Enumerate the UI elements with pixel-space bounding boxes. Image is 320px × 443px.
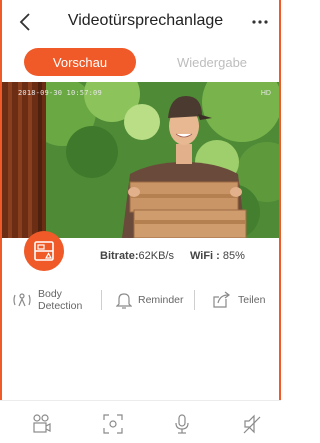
divider bbox=[101, 290, 102, 310]
header: Videotürsprechanlage bbox=[0, 0, 281, 44]
share-button[interactable]: Teilen bbox=[212, 282, 265, 318]
view-tabs: Vorschau Wiedergabe bbox=[0, 44, 281, 80]
doorbell-panel-button[interactable] bbox=[24, 231, 64, 271]
wifi-label: WiFi : bbox=[190, 250, 220, 262]
tab-wiedergabe[interactable]: Wiedergabe bbox=[156, 48, 268, 76]
feature-row: Body Detection Reminder Teilen bbox=[0, 282, 281, 318]
body-detection-label-line1: Body bbox=[38, 288, 62, 300]
osd-timestamp: 2018-09-30 10:57:09 bbox=[18, 89, 102, 97]
capture-button[interactable] bbox=[101, 412, 125, 436]
microphone-button[interactable] bbox=[170, 412, 194, 436]
bitrate-label: Bitrate: bbox=[100, 250, 139, 262]
live-video-preview[interactable]: 2018-09-30 10:57:09 HD bbox=[2, 82, 279, 238]
reminder-button[interactable]: Reminder bbox=[116, 282, 184, 318]
motion-detection-icon bbox=[13, 293, 31, 307]
bitrate-stat: Bitrate:62KB/s bbox=[100, 250, 174, 262]
bitrate-value: 62KB/s bbox=[138, 250, 174, 262]
share-label: Teilen bbox=[238, 294, 266, 306]
more-button[interactable] bbox=[247, 10, 273, 34]
body-detection-label: Body Detection bbox=[38, 288, 82, 312]
osd-watermark: HD bbox=[260, 90, 271, 97]
back-button[interactable] bbox=[14, 10, 36, 34]
share-icon bbox=[213, 291, 230, 308]
body-detection-button[interactable]: Body Detection bbox=[12, 282, 82, 318]
chevron-left-icon bbox=[19, 13, 30, 31]
capture-icon bbox=[103, 414, 123, 434]
wifi-stat: WiFi : 85% bbox=[190, 250, 245, 262]
wifi-value: 85% bbox=[222, 250, 245, 262]
more-horizontal-icon bbox=[252, 20, 268, 24]
bell-icon bbox=[116, 293, 132, 309]
speaker-mute-icon bbox=[243, 414, 261, 434]
reminder-label: Reminder bbox=[138, 294, 184, 306]
bottom-toolbar bbox=[0, 400, 281, 443]
body-detection-label-line2: Detection bbox=[38, 300, 83, 312]
doorbell-panel-icon bbox=[34, 241, 54, 261]
multi-camera-icon bbox=[33, 414, 51, 433]
tab-vorschau[interactable]: Vorschau bbox=[24, 48, 136, 76]
page-title: Videotürsprechanlage bbox=[67, 12, 224, 29]
mute-button[interactable] bbox=[240, 412, 264, 436]
camera-feed-image bbox=[2, 82, 279, 238]
divider bbox=[194, 290, 195, 310]
multiview-button[interactable] bbox=[30, 412, 54, 436]
microphone-icon bbox=[175, 414, 189, 434]
